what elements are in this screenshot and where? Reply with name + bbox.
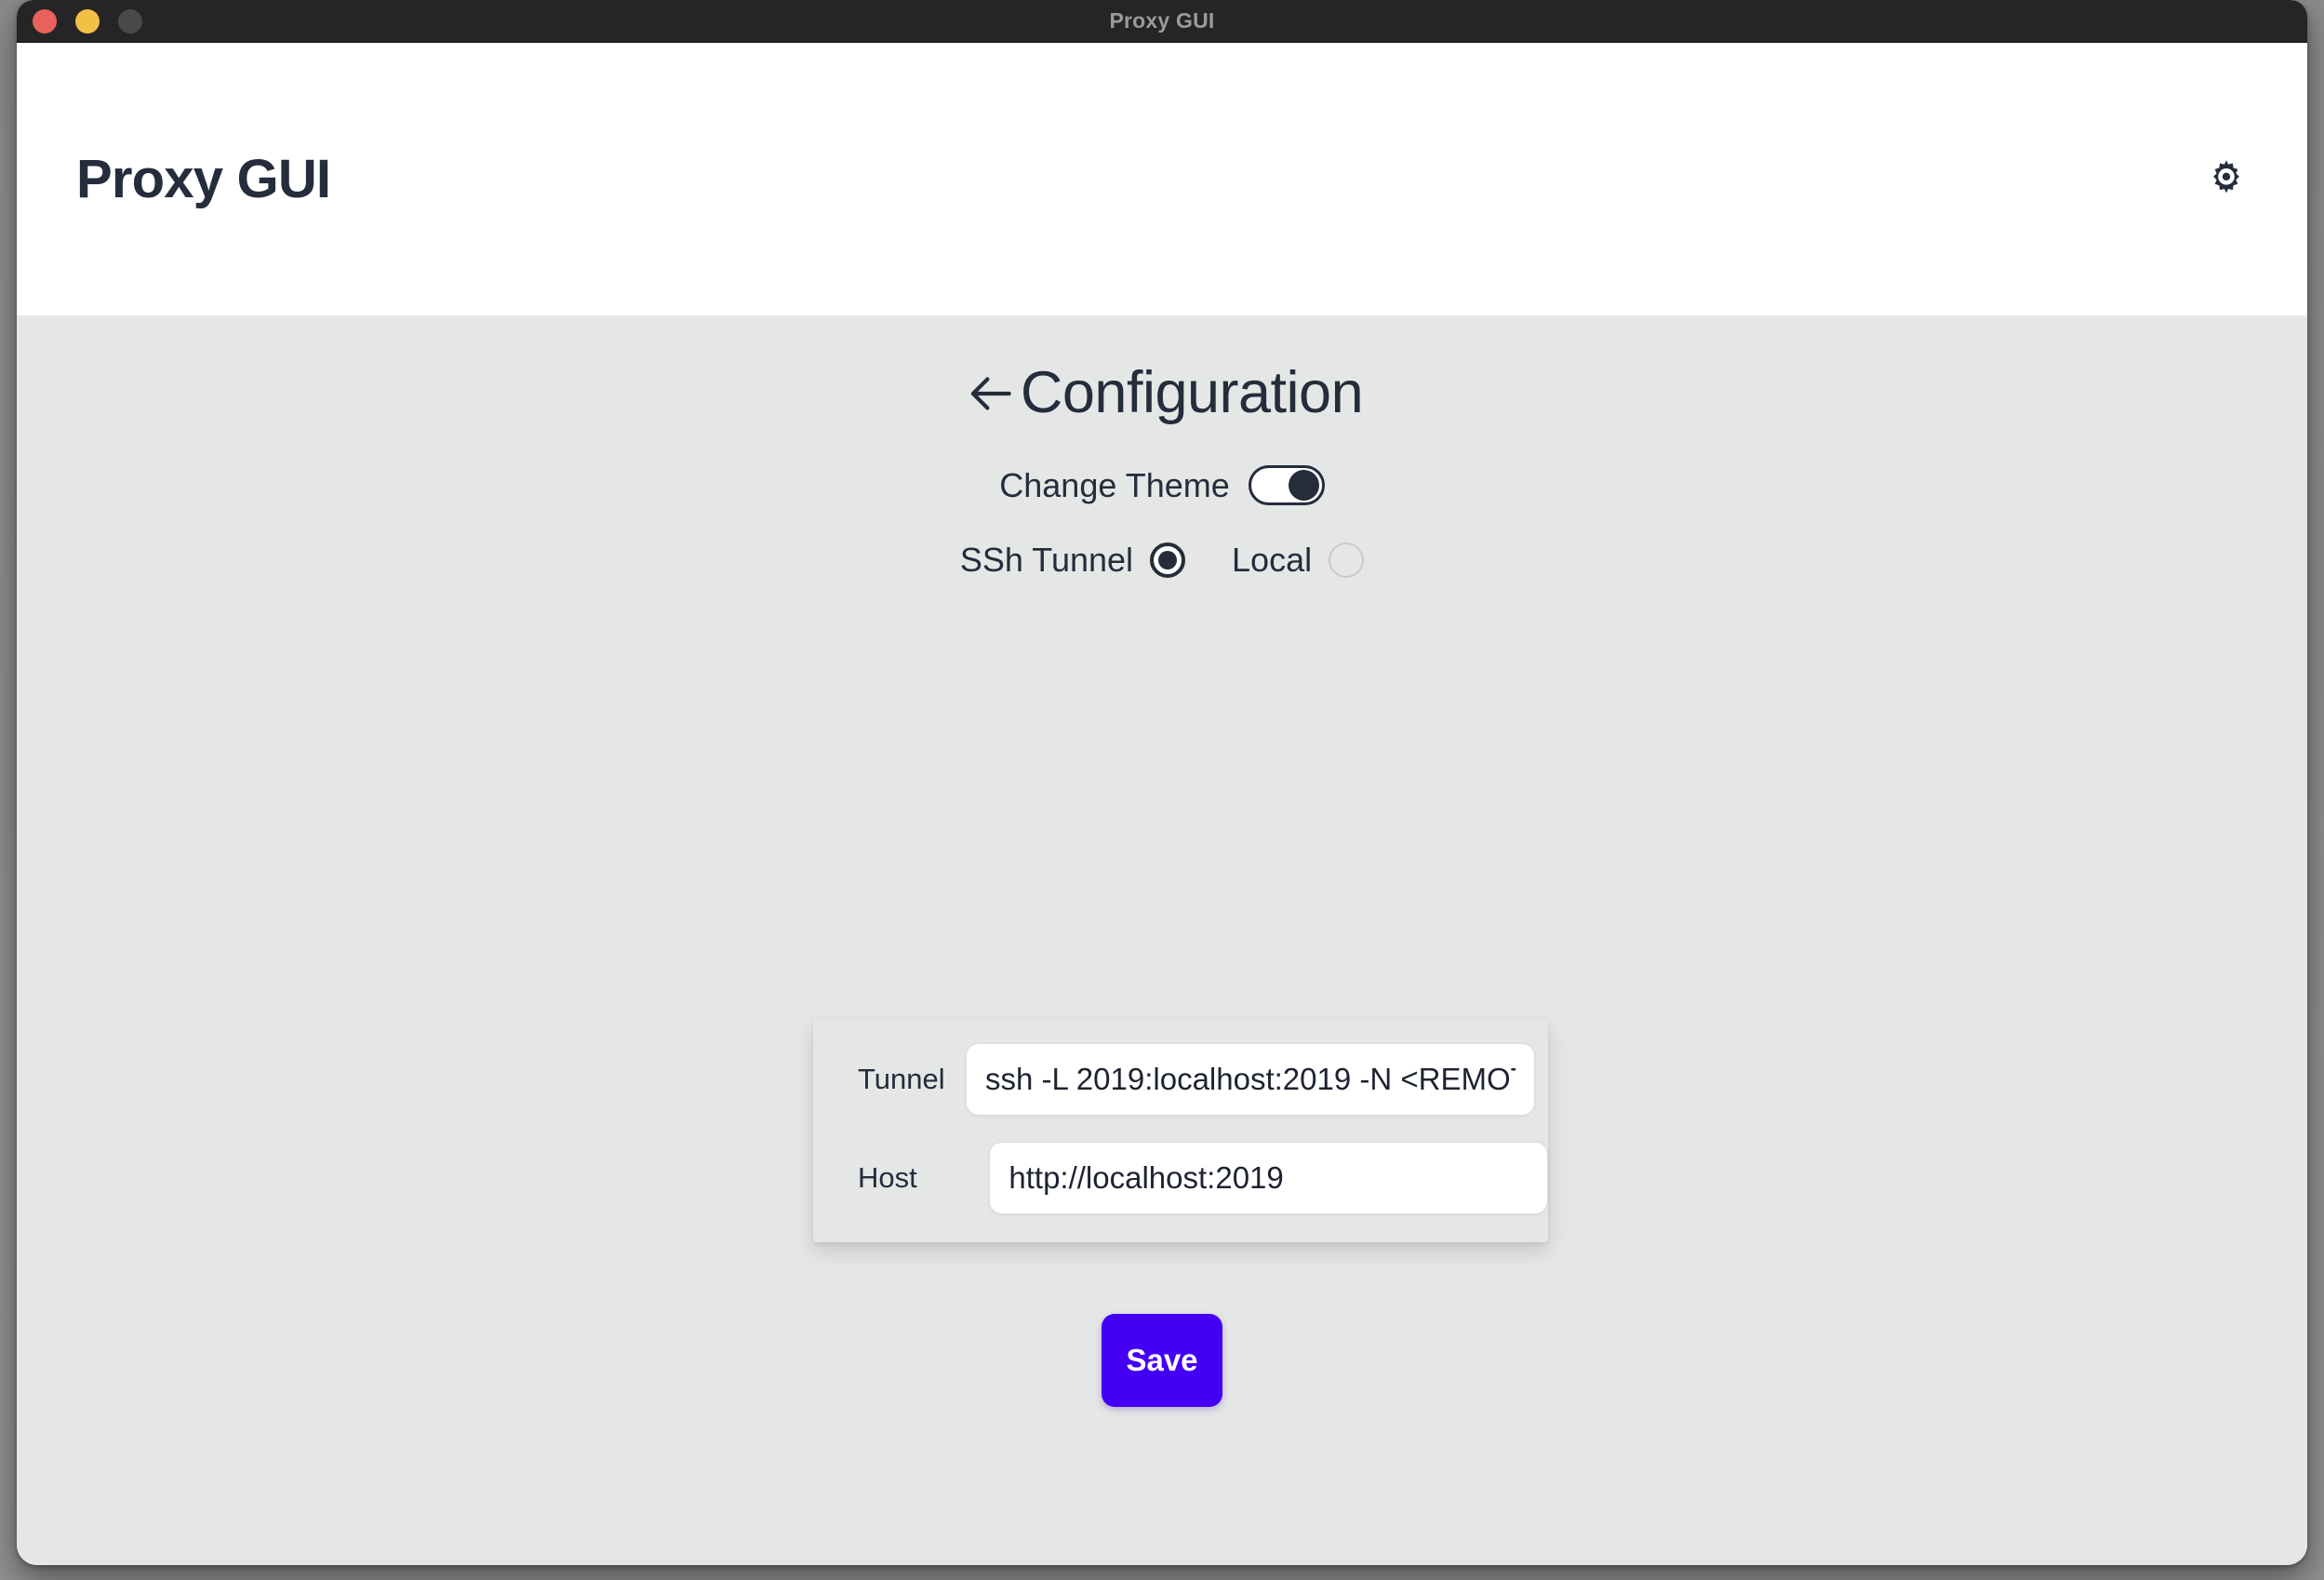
local-label: Local — [1232, 541, 1313, 579]
close-window-button[interactable] — [33, 8, 57, 33]
tunnel-label: Tunnel — [858, 1063, 945, 1095]
change-theme-row: Change Theme — [17, 465, 2307, 505]
window-title: Proxy GUI — [1109, 8, 1215, 33]
arrow-left-icon — [961, 365, 1019, 422]
tunnel-field-row: Tunnel — [813, 1043, 1548, 1116]
gear-icon — [2204, 157, 2249, 202]
desktop-background: Proxy GUI Proxy GUI Configuration Change… — [0, 0, 2324, 1580]
maximize-window-button[interactable] — [118, 8, 142, 33]
back-button[interactable] — [961, 365, 1019, 422]
radio-local[interactable] — [1329, 542, 1365, 578]
app-window: Proxy GUI Proxy GUI Configuration Change… — [17, 0, 2307, 1565]
window-titlebar: Proxy GUI — [17, 0, 2307, 43]
connection-form-card: Tunnel Host — [813, 1019, 1548, 1242]
traffic-light-group — [17, 8, 142, 33]
page-title: Configuration — [17, 315, 2307, 422]
host-field-row: Host — [813, 1142, 1548, 1214]
connection-mode-row: SSh Tunnel Local — [17, 541, 2307, 580]
save-button[interactable]: Save — [1102, 1314, 1222, 1407]
save-button-wrap: Save — [17, 1314, 2307, 1407]
tunnel-input[interactable] — [966, 1043, 1535, 1116]
host-input[interactable] — [989, 1142, 1548, 1214]
configuration-page: Configuration Change Theme SSh Tunnel Lo… — [17, 315, 2307, 1565]
theme-toggle[interactable] — [1248, 465, 1325, 505]
theme-toggle-knob — [1288, 470, 1319, 501]
radio-ssh-tunnel[interactable] — [1150, 542, 1186, 578]
page-title-label: Configuration — [1020, 360, 1364, 425]
change-theme-label: Change Theme — [999, 465, 1230, 504]
app-title: Proxy GUI — [76, 148, 331, 209]
settings-button[interactable] — [2197, 150, 2256, 209]
ssh-tunnel-label: SSh Tunnel — [959, 541, 1134, 579]
minimize-window-button[interactable] — [75, 8, 100, 33]
app-header: Proxy GUI — [17, 43, 2307, 315]
host-label: Host — [858, 1161, 917, 1194]
